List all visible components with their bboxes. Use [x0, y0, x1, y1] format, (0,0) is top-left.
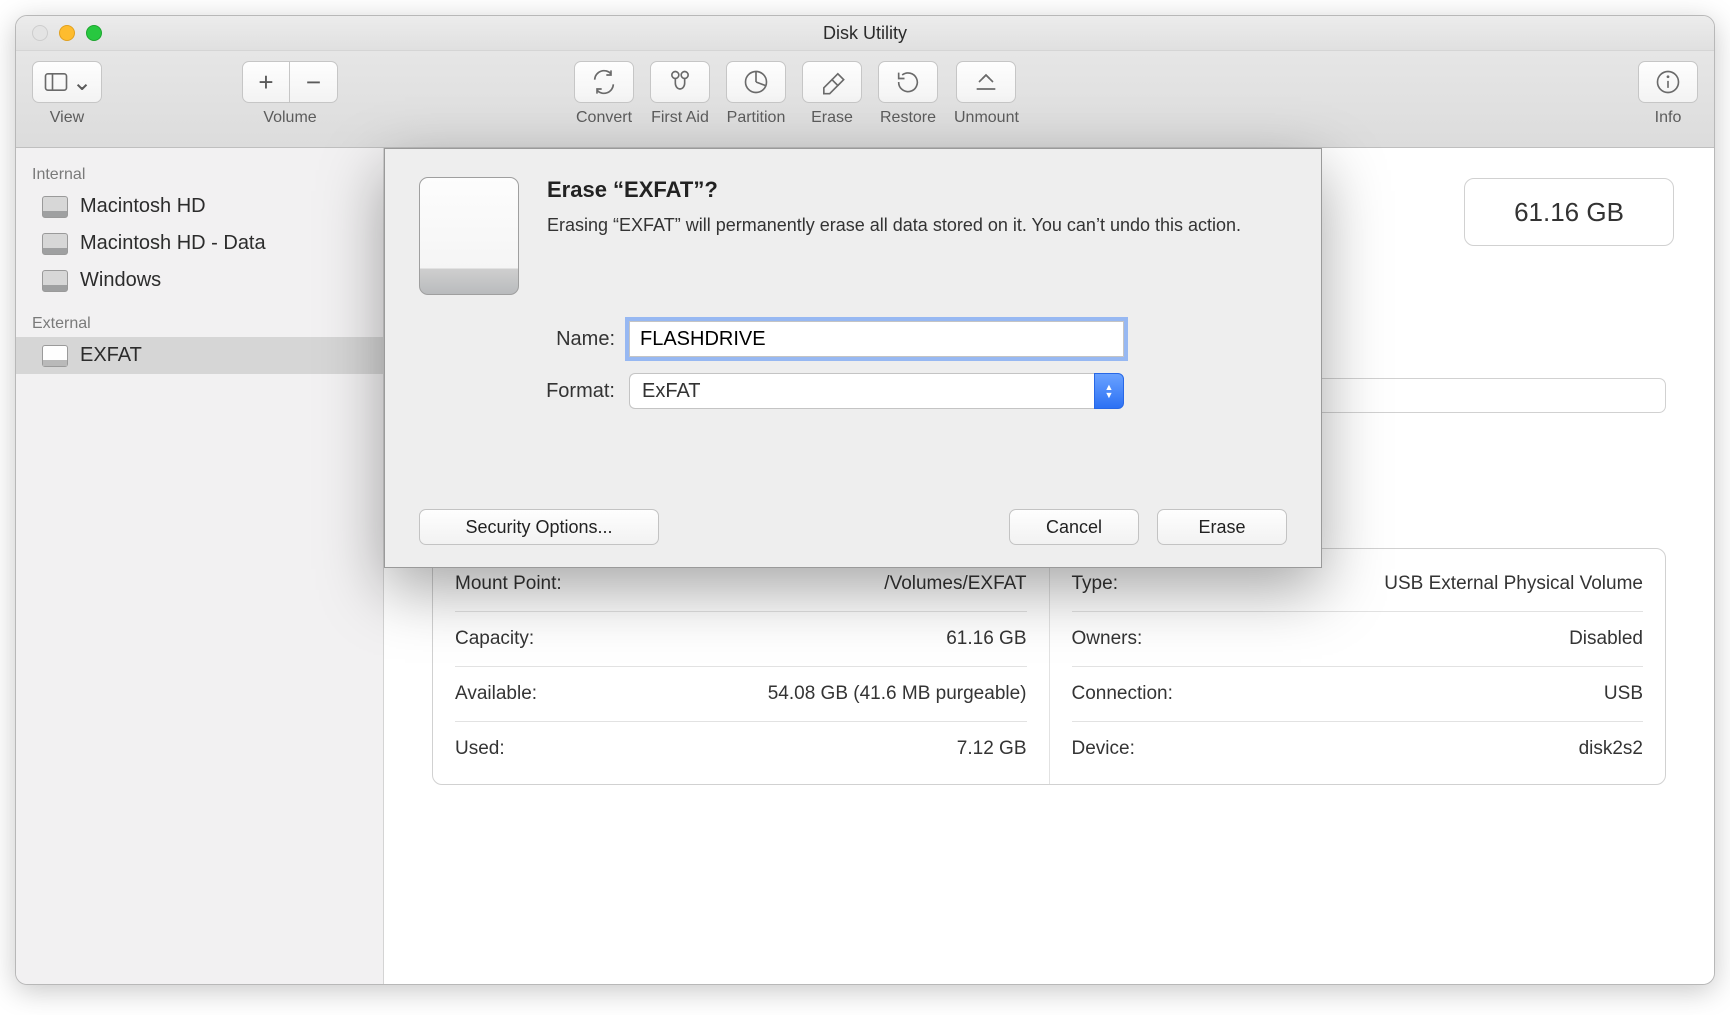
erase-dialog: Erase “EXFAT”? Erasing “EXFAT” will perm…: [384, 148, 1322, 568]
sidebar-item-exfat[interactable]: EXFAT: [16, 337, 383, 374]
unmount-button[interactable]: [956, 61, 1016, 103]
info-row: Device: disk2s2: [1072, 722, 1644, 776]
partition-label: Partition: [727, 109, 786, 127]
disk-utility-window: Disk Utility ⌄ View + − Volume Conve: [15, 15, 1715, 985]
info-col-right: Type: USB External Physical Volume Owners…: [1050, 549, 1666, 784]
view-label: View: [50, 109, 84, 127]
partition-icon: [742, 68, 770, 96]
info-label: Type:: [1072, 573, 1118, 595]
sidebar-item-macintosh-hd[interactable]: Macintosh HD: [16, 188, 383, 225]
sidebar-internal-header: Internal: [16, 160, 383, 188]
select-arrows-icon: ▲▼: [1094, 373, 1124, 409]
info-value: USB External Physical Volume: [1384, 573, 1643, 595]
restore-icon: [894, 68, 922, 96]
content: Internal Macintosh HD Macintosh HD - Dat…: [16, 148, 1714, 984]
chevron-down-icon: ⌄: [72, 68, 92, 97]
dialog-description: Erasing “EXFAT” will permanently erase a…: [547, 213, 1241, 238]
info-value: 7.12 GB: [957, 738, 1027, 760]
external-drive-icon: [419, 177, 519, 295]
view-button[interactable]: ⌄: [32, 61, 102, 103]
info-row: Owners: Disabled: [1072, 612, 1644, 667]
sidebar-item-macintosh-hd-data[interactable]: Macintosh HD - Data: [16, 225, 383, 262]
info-value: /Volumes/EXFAT: [884, 573, 1026, 595]
sidebar-item-label: Windows: [80, 269, 161, 292]
first-aid-button[interactable]: [650, 61, 710, 103]
erase-confirm-button[interactable]: Erase: [1157, 509, 1287, 545]
partition-button[interactable]: [726, 61, 786, 103]
info-value: Disabled: [1569, 628, 1643, 650]
erase-label: Erase: [811, 109, 853, 127]
info-value: USB: [1604, 683, 1643, 705]
main-panel: 61.16 GB Mount Point: /Volumes/EXFAT Capa…: [384, 148, 1714, 984]
format-value: ExFAT: [629, 373, 1094, 409]
security-options-button[interactable]: Security Options...: [419, 509, 659, 545]
restore-button[interactable]: [878, 61, 938, 103]
convert-label: Convert: [576, 109, 632, 127]
sidebar-external-header: External: [16, 309, 383, 337]
unmount-label: Unmount: [954, 109, 1019, 127]
volume-label: Volume: [263, 109, 316, 127]
restore-label: Restore: [880, 109, 936, 127]
convert-button[interactable]: [574, 61, 634, 103]
internal-disk-icon: [42, 196, 68, 218]
minus-icon: −: [306, 67, 321, 98]
name-label: Name:: [419, 328, 629, 351]
info-row: Available: 54.08 GB (41.6 MB purgeable): [455, 667, 1027, 722]
window-title: Disk Utility: [16, 23, 1714, 44]
info-label: Owners:: [1072, 628, 1143, 650]
info-value: 61.16 GB: [946, 628, 1026, 650]
info-table: Mount Point: /Volumes/EXFAT Capacity: 61.1…: [432, 548, 1666, 785]
info-row: Capacity: 61.16 GB: [455, 612, 1027, 667]
cancel-button[interactable]: Cancel: [1009, 509, 1139, 545]
format-label: Format:: [419, 380, 629, 403]
sidebar-item-label: Macintosh HD: [80, 195, 206, 218]
info-label: Available:: [455, 683, 537, 705]
info-label: Device:: [1072, 738, 1135, 760]
sidebar-icon: [42, 68, 70, 96]
info-label: Used:: [455, 738, 505, 760]
internal-disk-icon: [42, 233, 68, 255]
info-value: 54.08 GB (41.6 MB purgeable): [768, 683, 1027, 705]
info-value: disk2s2: [1579, 738, 1643, 760]
info-label: Capacity:: [455, 628, 534, 650]
unmount-icon: [972, 68, 1000, 96]
info-row: Used: 7.12 GB: [455, 722, 1027, 776]
sidebar: Internal Macintosh HD Macintosh HD - Dat…: [16, 148, 384, 984]
toolbar: ⌄ View + − Volume Convert First Aid: [16, 51, 1714, 148]
erase-button[interactable]: [802, 61, 862, 103]
info-button[interactable]: [1638, 61, 1698, 103]
info-label: Info: [1655, 109, 1682, 127]
convert-icon: [590, 68, 618, 96]
dialog-title: Erase “EXFAT”?: [547, 177, 1241, 203]
format-select[interactable]: ExFAT ▲▼: [629, 373, 1124, 409]
titlebar: Disk Utility: [16, 16, 1714, 51]
info-col-left: Mount Point: /Volumes/EXFAT Capacity: 61.1…: [433, 549, 1050, 784]
capacity-chip: 61.16 GB: [1464, 178, 1674, 246]
first-aid-icon: [666, 68, 694, 96]
sidebar-item-label: Macintosh HD - Data: [80, 232, 266, 255]
external-disk-icon: [42, 345, 68, 367]
sidebar-item-label: EXFAT: [80, 344, 142, 367]
plus-icon: +: [258, 67, 273, 98]
remove-volume-button[interactable]: −: [290, 61, 338, 103]
info-icon: [1654, 68, 1682, 96]
first-aid-label: First Aid: [651, 109, 709, 127]
info-label: Mount Point:: [455, 573, 562, 595]
sidebar-item-windows[interactable]: Windows: [16, 262, 383, 299]
info-row: Connection: USB: [1072, 667, 1644, 722]
erase-icon: [818, 68, 846, 96]
name-input[interactable]: [629, 321, 1124, 357]
internal-disk-icon: [42, 270, 68, 292]
add-volume-button[interactable]: +: [242, 61, 290, 103]
info-label: Connection:: [1072, 683, 1173, 705]
